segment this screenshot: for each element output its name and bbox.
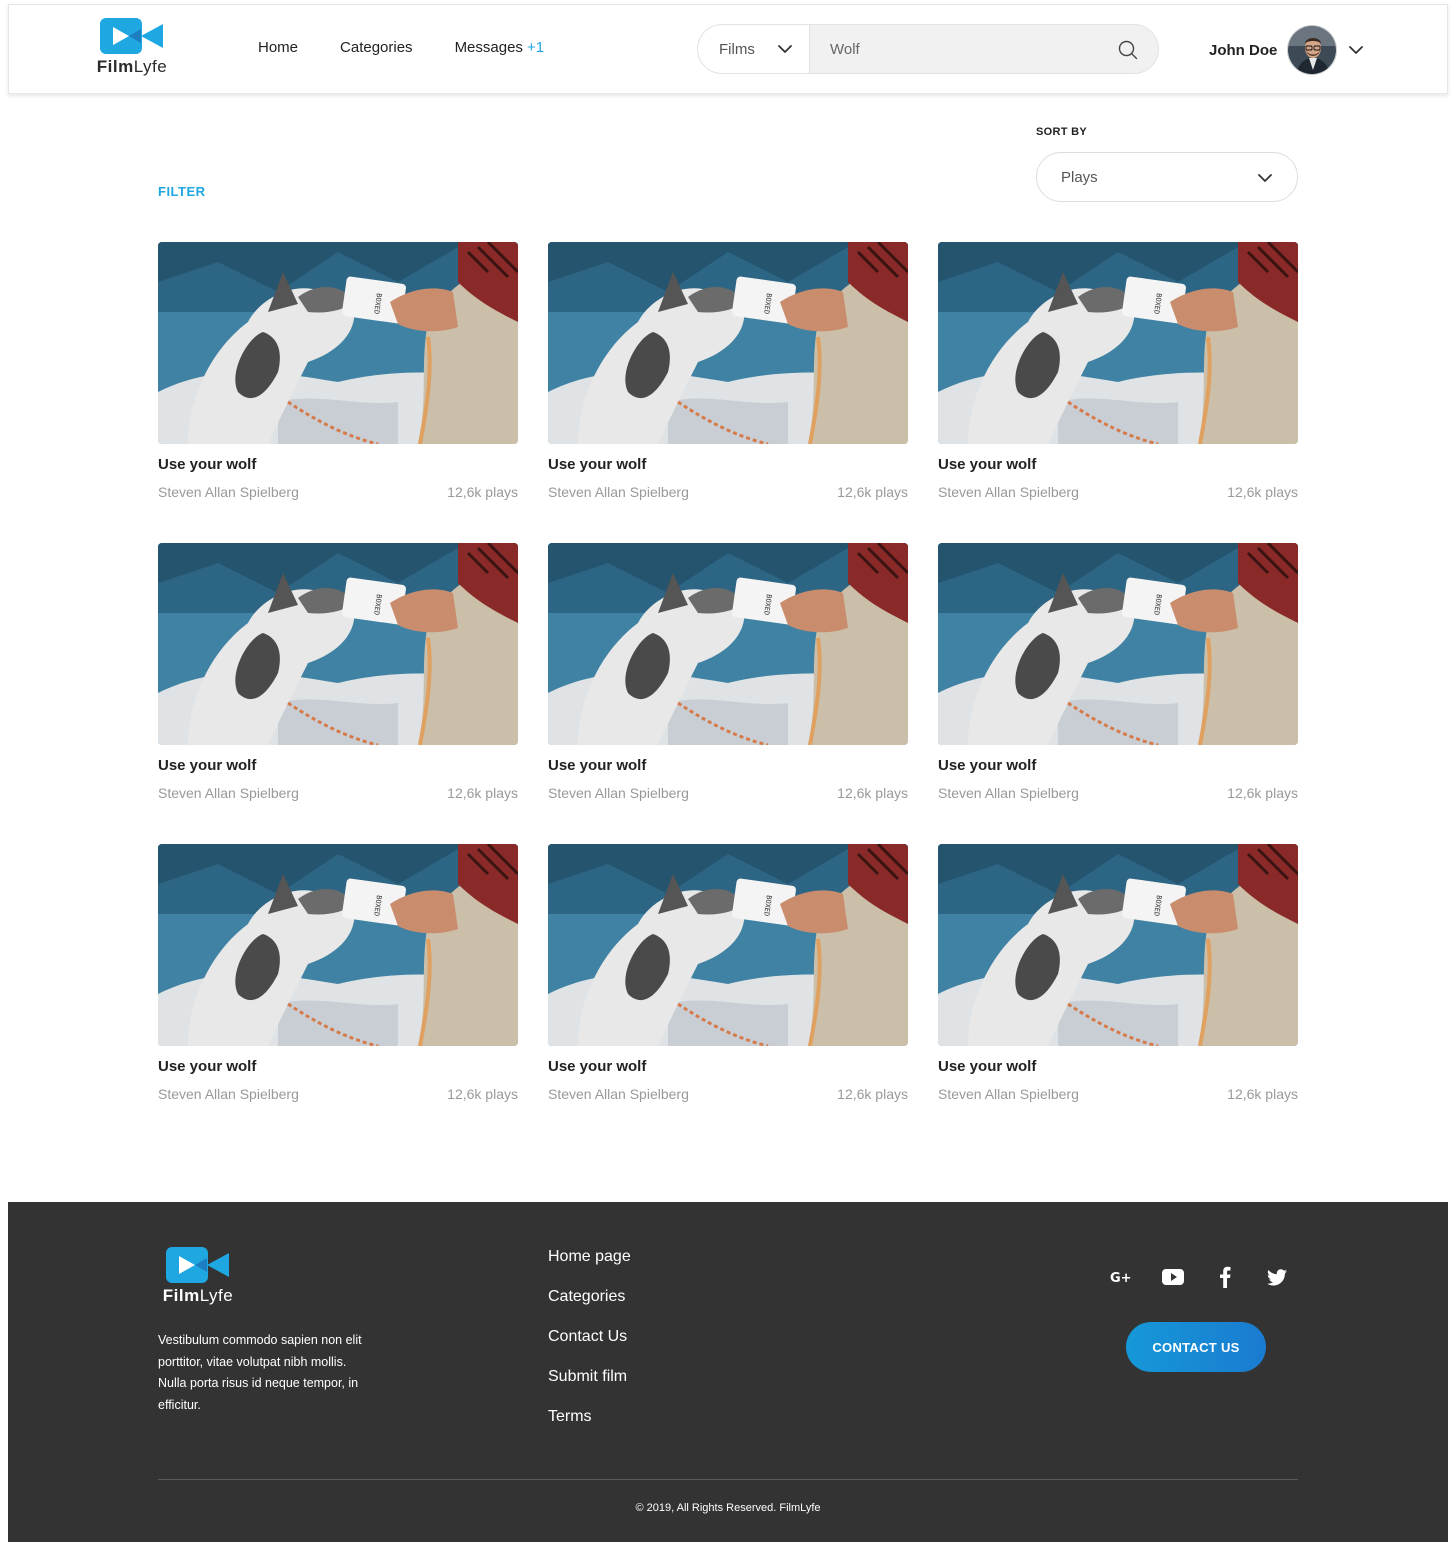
film-author[interactable]: Steven Allan Spielberg bbox=[158, 1086, 299, 1102]
top-navbar: FilmLyfe Home Categories Messages +1 Film… bbox=[8, 4, 1448, 94]
film-author[interactable]: Steven Allan Spielberg bbox=[548, 1086, 689, 1102]
search-bar: Films bbox=[697, 24, 1159, 74]
film-title[interactable]: Use your wolf bbox=[938, 757, 1036, 774]
messages-badge: +1 bbox=[526, 39, 545, 56]
footer-divider bbox=[158, 1479, 1298, 1480]
user-name: John Doe bbox=[1209, 41, 1278, 59]
twitter-icon[interactable] bbox=[1266, 1266, 1288, 1288]
film-author[interactable]: Steven Allan Spielberg bbox=[938, 785, 1079, 801]
film-title[interactable]: Use your wolf bbox=[158, 456, 256, 473]
film-grid: BOXED Use your wolf Steven Allan Spielbe… bbox=[158, 242, 1298, 1106]
film-thumbnail[interactable]: BOXED bbox=[158, 844, 518, 1046]
film-card[interactable]: BOXED Use your wolf Steven Allan Spielbe… bbox=[158, 543, 518, 805]
film-card[interactable]: BOXED Use your wolf Steven Allan Spielbe… bbox=[158, 844, 518, 1106]
sort-select-value: Plays bbox=[1061, 168, 1098, 186]
film-card[interactable]: BOXED Use your wolf Steven Allan Spielbe… bbox=[938, 242, 1298, 504]
film-author[interactable]: Steven Allan Spielberg bbox=[158, 484, 299, 500]
sort-select[interactable]: Plays bbox=[1036, 152, 1298, 202]
film-title[interactable]: Use your wolf bbox=[938, 456, 1036, 473]
social-links: G+ bbox=[1110, 1266, 1288, 1288]
user-menu[interactable]: John Doe bbox=[1209, 25, 1365, 75]
footer-link-submit-film[interactable]: Submit film bbox=[548, 1368, 631, 1408]
brand-logo[interactable]: FilmLyfe bbox=[87, 17, 177, 77]
film-author[interactable]: Steven Allan Spielberg bbox=[938, 1086, 1079, 1102]
film-plays: 12,6k plays bbox=[447, 785, 518, 801]
film-plays: 12,6k plays bbox=[837, 785, 908, 801]
camera-logo-icon bbox=[166, 1247, 229, 1283]
footer-link-categories[interactable]: Categories bbox=[548, 1288, 631, 1328]
film-title[interactable]: Use your wolf bbox=[548, 1058, 646, 1075]
facebook-icon[interactable] bbox=[1214, 1266, 1236, 1288]
film-plays: 12,6k plays bbox=[1227, 1086, 1298, 1102]
footer-description: Vestibulum commodo sapien non elit portt… bbox=[158, 1333, 362, 1412]
film-plays: 12,6k plays bbox=[1227, 785, 1298, 801]
copyright: © 2019, All Rights Reserved. FilmLyfe bbox=[635, 1502, 821, 1514]
footer-links: Home page Categories Contact Us Submit f… bbox=[548, 1248, 631, 1448]
film-card[interactable]: BOXED Use your wolf Steven Allan Spielbe… bbox=[548, 543, 908, 805]
search-input[interactable] bbox=[810, 25, 1110, 73]
nav-messages[interactable]: Messages +1 bbox=[455, 39, 544, 56]
film-thumbnail[interactable]: BOXED bbox=[548, 543, 908, 745]
film-thumbnail[interactable]: BOXED bbox=[158, 543, 518, 745]
camera-logo-icon bbox=[100, 18, 163, 54]
nav-home[interactable]: Home bbox=[258, 39, 298, 56]
footer-brand-name: FilmLyfe bbox=[162, 1286, 234, 1305]
film-thumbnail[interactable]: BOXED bbox=[548, 844, 908, 1046]
search-type-value: Films bbox=[719, 40, 755, 58]
film-card[interactable]: BOXED Use your wolf Steven Allan Spielbe… bbox=[158, 242, 518, 504]
youtube-icon[interactable] bbox=[1162, 1266, 1184, 1288]
film-author[interactable]: Steven Allan Spielberg bbox=[938, 484, 1079, 500]
film-title[interactable]: Use your wolf bbox=[548, 757, 646, 774]
film-card[interactable]: BOXED Use your wolf Steven Allan Spielbe… bbox=[938, 543, 1298, 805]
nav-messages-label: Messages bbox=[454, 39, 523, 56]
film-author[interactable]: Steven Allan Spielberg bbox=[548, 484, 689, 500]
film-thumbnail[interactable]: BOXED bbox=[548, 242, 908, 444]
brand-name: FilmLyfe bbox=[96, 57, 168, 76]
filter-link[interactable]: FILTER bbox=[158, 184, 206, 199]
chevron-down-icon bbox=[1258, 174, 1272, 182]
footer-link-contact[interactable]: Contact Us bbox=[548, 1328, 631, 1368]
film-author[interactable]: Steven Allan Spielberg bbox=[158, 785, 299, 801]
film-thumbnail[interactable]: BOXED bbox=[938, 543, 1298, 745]
film-title[interactable]: Use your wolf bbox=[158, 1058, 256, 1075]
google-plus-icon[interactable]: G+ bbox=[1110, 1266, 1132, 1288]
svg-text:G+: G+ bbox=[1110, 1271, 1132, 1286]
footer-logo[interactable]: FilmLyfe bbox=[158, 1246, 238, 1306]
film-author[interactable]: Steven Allan Spielberg bbox=[548, 785, 689, 801]
film-card[interactable]: BOXED Use your wolf Steven Allan Spielbe… bbox=[938, 844, 1298, 1106]
film-plays: 12,6k plays bbox=[1227, 484, 1298, 500]
contact-us-button[interactable]: CONTACT US bbox=[1126, 1322, 1266, 1372]
film-plays: 12,6k plays bbox=[447, 1086, 518, 1102]
film-card[interactable]: BOXED Use your wolf Steven Allan Spielbe… bbox=[548, 242, 908, 504]
search-type-select[interactable]: Films bbox=[698, 25, 810, 73]
film-title[interactable]: Use your wolf bbox=[938, 1058, 1036, 1075]
footer-link-terms[interactable]: Terms bbox=[548, 1408, 631, 1448]
film-plays: 12,6k plays bbox=[837, 1086, 908, 1102]
film-thumbnail[interactable]: BOXED bbox=[938, 844, 1298, 1046]
film-plays: 12,6k plays bbox=[837, 484, 908, 500]
main-nav: Home Categories Messages +1 bbox=[258, 39, 586, 56]
sort-label: SORT BY bbox=[1036, 126, 1087, 138]
film-thumbnail[interactable]: BOXED bbox=[158, 242, 518, 444]
avatar[interactable] bbox=[1287, 25, 1338, 75]
footer-link-home[interactable]: Home page bbox=[548, 1248, 631, 1288]
film-plays: 12,6k plays bbox=[447, 484, 518, 500]
chevron-down-icon bbox=[778, 45, 792, 53]
film-card[interactable]: BOXED Use your wolf Steven Allan Spielbe… bbox=[548, 844, 908, 1106]
film-thumbnail[interactable]: BOXED bbox=[938, 242, 1298, 444]
film-title[interactable]: Use your wolf bbox=[158, 757, 256, 774]
nav-categories[interactable]: Categories bbox=[340, 39, 413, 56]
chevron-down-icon[interactable] bbox=[1347, 41, 1365, 59]
search-icon[interactable] bbox=[1118, 40, 1138, 60]
film-title[interactable]: Use your wolf bbox=[548, 456, 646, 473]
site-footer: FilmLyfe Vestibulum commodo sapien non e… bbox=[8, 1202, 1448, 1542]
